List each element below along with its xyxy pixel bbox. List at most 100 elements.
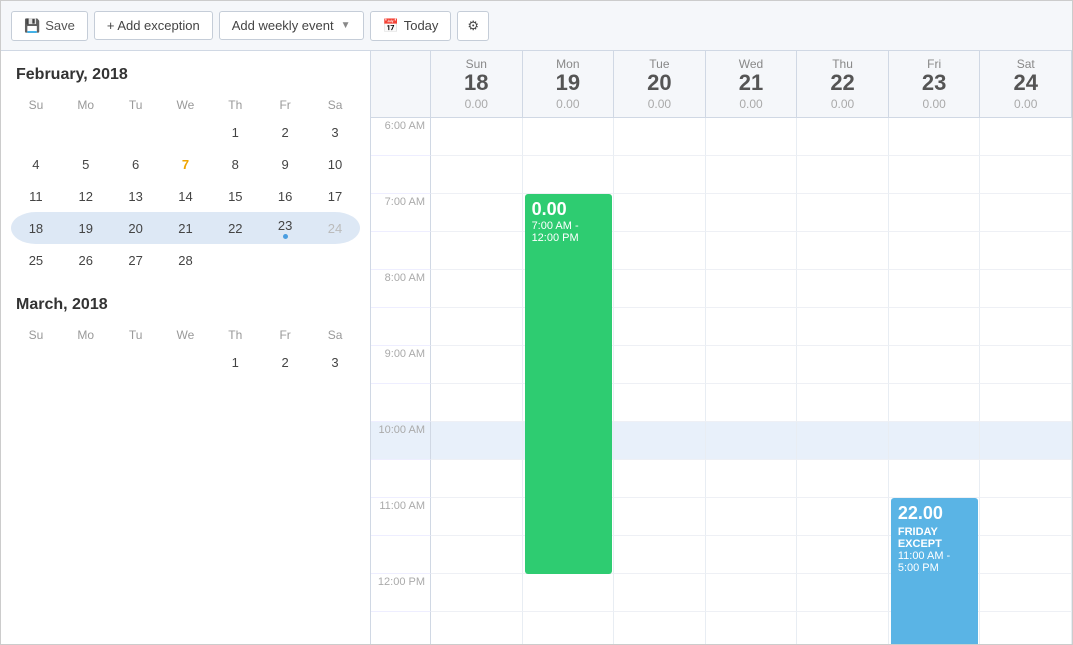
time-cell [614, 498, 706, 536]
today-button[interactable]: 📅 Today [370, 11, 452, 41]
cal-day-header: Fr [260, 324, 310, 346]
dropdown-arrow-icon: ▼ [341, 20, 351, 31]
time-cell [706, 194, 798, 232]
time-cell [889, 346, 981, 384]
cal-day-cell[interactable]: 19 [61, 212, 111, 244]
week-header-day: Thu220.00 [797, 51, 889, 117]
cal-day-cell[interactable]: 6 [111, 148, 161, 180]
save-button[interactable]: 💾 Save [11, 11, 88, 41]
time-cell [797, 232, 889, 270]
cal-day-header: We [161, 94, 211, 116]
add-exception-button[interactable]: + Add exception [94, 11, 213, 40]
week-header-day: Tue200.00 [614, 51, 706, 117]
add-weekly-event-button[interactable]: Add weekly event ▼ [219, 11, 364, 40]
time-cell [980, 346, 1072, 384]
cal-day-cell[interactable]: 22 [210, 212, 260, 244]
cal-day-cell[interactable]: 23 [260, 212, 310, 244]
time-cell [797, 384, 889, 422]
time-cell [431, 422, 523, 460]
time-cell [431, 612, 523, 644]
cal-day-cell[interactable]: 1 [210, 346, 260, 378]
time-cell [706, 346, 798, 384]
week-header-day: Wed210.00 [706, 51, 798, 117]
cal-day-cell[interactable]: 28 [161, 244, 211, 276]
cal-day-cell[interactable]: 4 [11, 148, 61, 180]
time-cell [889, 460, 981, 498]
cal-day-cell[interactable]: 13 [111, 180, 161, 212]
cal-day-cell[interactable]: 26 [61, 244, 111, 276]
cal-day-cell[interactable]: 1 [210, 116, 260, 148]
cal-day-cell[interactable]: 11 [11, 180, 61, 212]
day-name: Mon [527, 57, 610, 71]
cal-day-header: Fr [260, 94, 310, 116]
time-cell [797, 498, 889, 536]
cal-day-cell[interactable]: 25 [11, 244, 61, 276]
cal-day-cell [111, 116, 161, 148]
cal-day-cell[interactable]: 18 [11, 212, 61, 244]
time-cell [797, 422, 889, 460]
cal-day-cell[interactable]: 21 [161, 212, 211, 244]
time-cell [431, 498, 523, 536]
time-label [371, 612, 431, 644]
cal-day-cell[interactable]: 16 [260, 180, 310, 212]
cal-day-cell[interactable]: 27 [111, 244, 161, 276]
time-cell [523, 574, 615, 612]
time-cell [980, 574, 1072, 612]
time-cell [980, 194, 1072, 232]
cal-day-cell[interactable]: 2 [260, 346, 310, 378]
time-label: 9:00 AM [371, 346, 431, 384]
day-number: 22 [801, 71, 884, 95]
time-label [371, 460, 431, 498]
time-cell [980, 536, 1072, 574]
time-cell [431, 232, 523, 270]
cal-day-cell[interactable]: 8 [210, 148, 260, 180]
cal-day-cell[interactable]: 3 [310, 116, 360, 148]
settings-button[interactable]: ⚙ [457, 11, 489, 41]
cal-day-header: Tu [111, 324, 161, 346]
add-exception-label: + Add exception [107, 18, 200, 33]
time-label [371, 156, 431, 194]
day-number: 18 [435, 71, 518, 95]
cal-day-header: We [161, 324, 211, 346]
cal-day-cell[interactable]: 20 [111, 212, 161, 244]
time-cell [706, 308, 798, 346]
cal-day-cell[interactable]: 24 [310, 212, 360, 244]
add-weekly-event-label: Add weekly event [232, 18, 334, 33]
time-cell [980, 156, 1072, 194]
day-name: Fri [893, 57, 976, 71]
time-cell [889, 422, 981, 460]
cal-day-cell[interactable]: 2 [260, 116, 310, 148]
cal-day-cell[interactable]: 10 [310, 148, 360, 180]
day-zero: 0.00 [435, 97, 518, 111]
time-cell [614, 308, 706, 346]
cal-day-cell[interactable]: 7 [161, 148, 211, 180]
week-view: Sun180.00Mon190.00Tue200.00Wed210.00Thu2… [371, 51, 1072, 644]
cal-day-cell[interactable]: 5 [61, 148, 111, 180]
day-name: Sun [435, 57, 518, 71]
cal-day-cell[interactable]: 12 [61, 180, 111, 212]
time-cell [980, 270, 1072, 308]
main-content: February, 2018 SuMoTuWeThFrSa 1234567891… [1, 51, 1072, 644]
time-cell [797, 346, 889, 384]
time-cell [797, 156, 889, 194]
time-cell [614, 574, 706, 612]
cal-day-cell[interactable]: 15 [210, 180, 260, 212]
cal-day-cell[interactable]: 9 [260, 148, 310, 180]
day-number: 23 [893, 71, 976, 95]
calendar-event-green-event[interactable]: 0.007:00 AM - 12:00 PM [525, 194, 613, 574]
time-cell [706, 422, 798, 460]
time-cell [431, 156, 523, 194]
time-cell [980, 308, 1072, 346]
calendar-event-blue-event[interactable]: 22.00FRIDAY EXCEPT11:00 AM - 5:00 PM [891, 498, 979, 644]
time-label: 10:00 AM [371, 422, 431, 460]
time-label [371, 384, 431, 422]
cal-day-cell[interactable]: 17 [310, 180, 360, 212]
time-cell [797, 536, 889, 574]
time-cell [980, 422, 1072, 460]
mar-cal-grid: SuMoTuWeThFrSa 123 [11, 324, 360, 378]
time-grid: 6:00 AM7:00 AM8:00 AM9:00 AM10:00 AM11:0… [371, 118, 1072, 644]
cal-day-cell[interactable]: 14 [161, 180, 211, 212]
time-cell [706, 536, 798, 574]
cal-day-cell[interactable]: 3 [310, 346, 360, 378]
event-time: 11:00 AM - 5:00 PM [898, 550, 972, 574]
